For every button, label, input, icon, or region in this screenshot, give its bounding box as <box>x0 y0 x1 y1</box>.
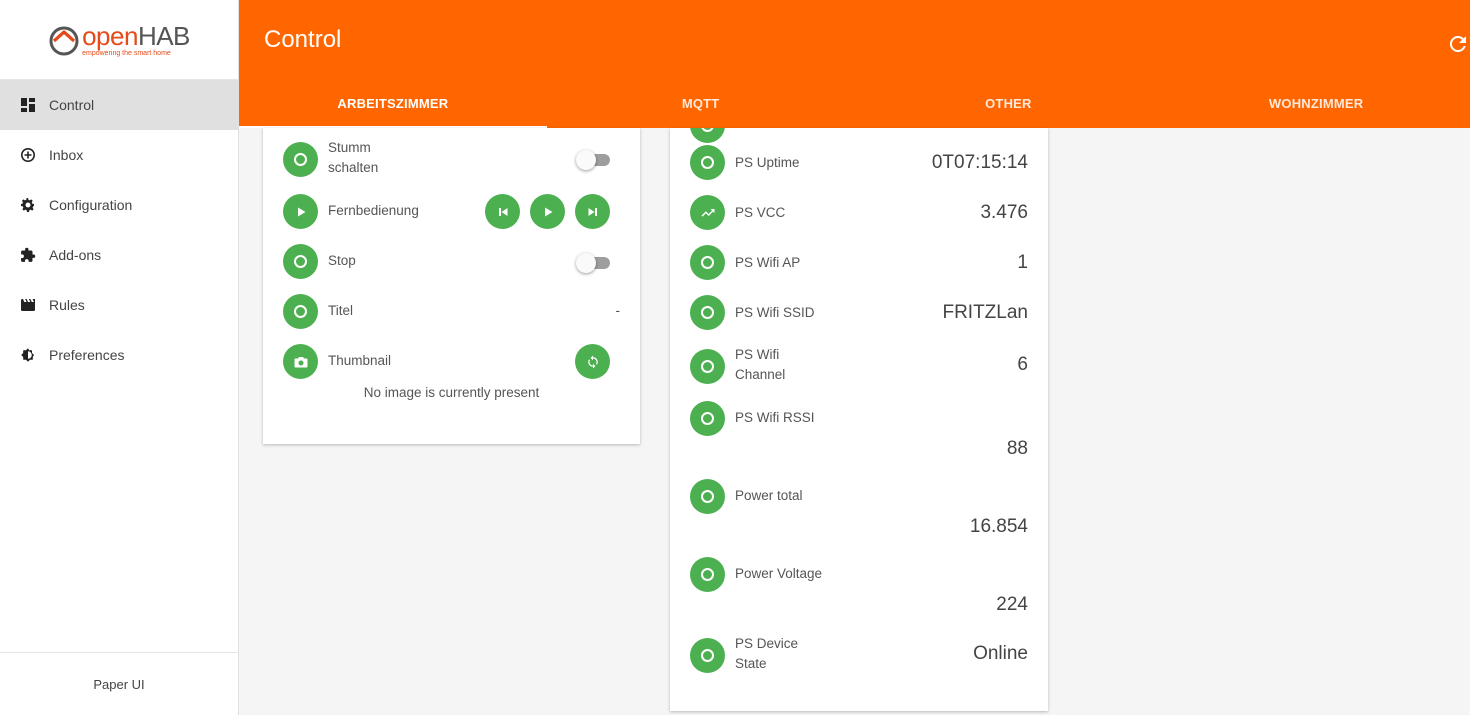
item-value-vcc: 3.476 <box>980 202 1028 223</box>
sidebar-item-add-ons[interactable]: Add-ons <box>0 230 238 280</box>
logo-hab-text: HAB <box>137 20 190 51</box>
sidebar-item-label: Preferences <box>49 347 125 363</box>
refresh-icon <box>1449 35 1466 52</box>
item-label-power-total: Power total <box>735 488 803 503</box>
item-label-device-state: PS Device State <box>735 636 799 671</box>
sidebar-nav: Control Inbox Configuration Add-ons Rule… <box>0 80 238 380</box>
item-label-mute: Stumm schalten <box>328 140 379 175</box>
item-value-uptime: 0T07:15:14 <box>931 152 1028 173</box>
item-label-wifi-ap: PS Wifi AP <box>735 255 801 270</box>
puzzle-icon <box>20 247 36 263</box>
item-status-icon <box>690 128 725 143</box>
item-label-wifi-ssid: PS Wifi SSID <box>735 305 815 320</box>
item-status-icon <box>283 142 318 177</box>
openhab-logo[interactable]: openHAB empowering the smart home <box>0 0 238 80</box>
openhab-logo-icon <box>49 26 79 55</box>
thing-card-mediaplayer: Stumm schalten Fernbedienung Stop Titel … <box>263 128 640 444</box>
item-status-icon <box>690 349 725 384</box>
item-label-stop: Stop <box>328 253 356 268</box>
sync-icon <box>587 355 598 368</box>
item-status-icon <box>690 638 725 673</box>
sidebar-item-control[interactable]: Control <box>0 80 238 130</box>
play-button[interactable] <box>530 194 565 229</box>
dashboard-icon <box>20 97 36 113</box>
sidebar-item-rules[interactable]: Rules <box>0 280 238 330</box>
page-title: Control <box>264 26 342 53</box>
item-status-icon <box>690 145 725 180</box>
sidebar-item-label: Inbox <box>49 147 84 163</box>
item-status-icon <box>690 295 725 330</box>
item-value-power-voltage: 224 <box>996 594 1028 615</box>
sidebar-item-label: Control <box>49 97 95 113</box>
sidebar-item-label: Add-ons <box>49 247 102 263</box>
sidebar-item-label: Rules <box>49 297 85 313</box>
item-value-wifi-channel: 6 <box>1017 354 1028 375</box>
sidebar-item-configuration[interactable]: Configuration <box>0 180 238 230</box>
sidebar: openHAB empowering the smart home Contro… <box>0 0 239 715</box>
no-image-text: No image is currently present <box>363 385 540 400</box>
play-icon <box>544 207 552 216</box>
refresh-button[interactable] <box>1449 35 1467 53</box>
item-status-icon <box>283 244 318 279</box>
item-label-uptime: PS Uptime <box>735 155 800 170</box>
item-status-icon <box>690 401 725 436</box>
item-label-title: Titel <box>328 303 354 318</box>
tab-wohnzimmer[interactable]: WOHNZIMMER <box>1162 78 1470 128</box>
previous-button[interactable] <box>485 194 520 229</box>
trending-up-icon <box>690 195 725 230</box>
play-icon <box>283 194 318 229</box>
item-label-wifi-channel: PS Wifi Channel <box>735 347 786 382</box>
item-status-icon <box>690 479 725 514</box>
logo-open-text: open <box>82 20 138 51</box>
tab-other[interactable]: OTHER <box>855 78 1163 128</box>
logo-tagline: empowering the smart home <box>82 49 171 57</box>
next-button[interactable] <box>575 194 610 229</box>
clapperboard-icon <box>20 297 36 313</box>
item-value-device-state: Online <box>973 643 1028 664</box>
tab-bar: ARBEITSZIMMER MQTT OTHER WOHNZIMMER <box>239 78 1470 128</box>
sidebar-item-inbox[interactable]: Inbox <box>0 130 238 180</box>
sidebar-footer: Paper UI <box>0 652 238 715</box>
sidebar-item-label: Configuration <box>49 197 133 213</box>
item-status-icon <box>690 557 725 592</box>
tab-mqtt[interactable]: MQTT <box>547 78 855 128</box>
brightness-icon <box>20 347 36 363</box>
app-header: Control ARBEITSZIMMER MQTT OTHER WOHNZIM… <box>239 0 1470 128</box>
item-value-wifi-ssid: FRITZLan <box>942 302 1028 323</box>
gear-icon <box>20 197 36 213</box>
stop-toggle[interactable] <box>576 252 610 273</box>
item-status-icon <box>690 245 725 280</box>
item-value-power-total: 16.854 <box>969 516 1028 537</box>
plus-circle-icon <box>20 147 36 163</box>
item-label-wifi-rssi: PS Wifi RSSI <box>735 410 815 425</box>
tab-arbeitszimmer[interactable]: ARBEITSZIMMER <box>239 78 547 128</box>
item-status-icon <box>283 294 318 329</box>
item-label-power-voltage: Power Voltage <box>735 566 823 581</box>
item-value-wifi-ap: 1 <box>1017 252 1028 273</box>
item-label-remote: Fernbedienung <box>328 203 419 218</box>
mute-toggle[interactable] <box>576 149 610 170</box>
item-label-thumbnail: Thumbnail <box>328 353 392 368</box>
skip-previous-icon <box>498 207 507 216</box>
camera-icon <box>283 344 318 379</box>
refresh-image-button[interactable] <box>575 344 610 379</box>
thing-card-sonoff: PS Uptime 0T07:15:14 PS VCC 3.476 PS Wif… <box>670 128 1048 711</box>
item-value-wifi-rssi: 88 <box>1006 438 1028 459</box>
sidebar-item-preferences[interactable]: Preferences <box>0 330 238 380</box>
item-value-title: - <box>615 303 621 318</box>
skip-next-icon <box>588 207 597 216</box>
item-label-vcc: PS VCC <box>735 205 786 220</box>
